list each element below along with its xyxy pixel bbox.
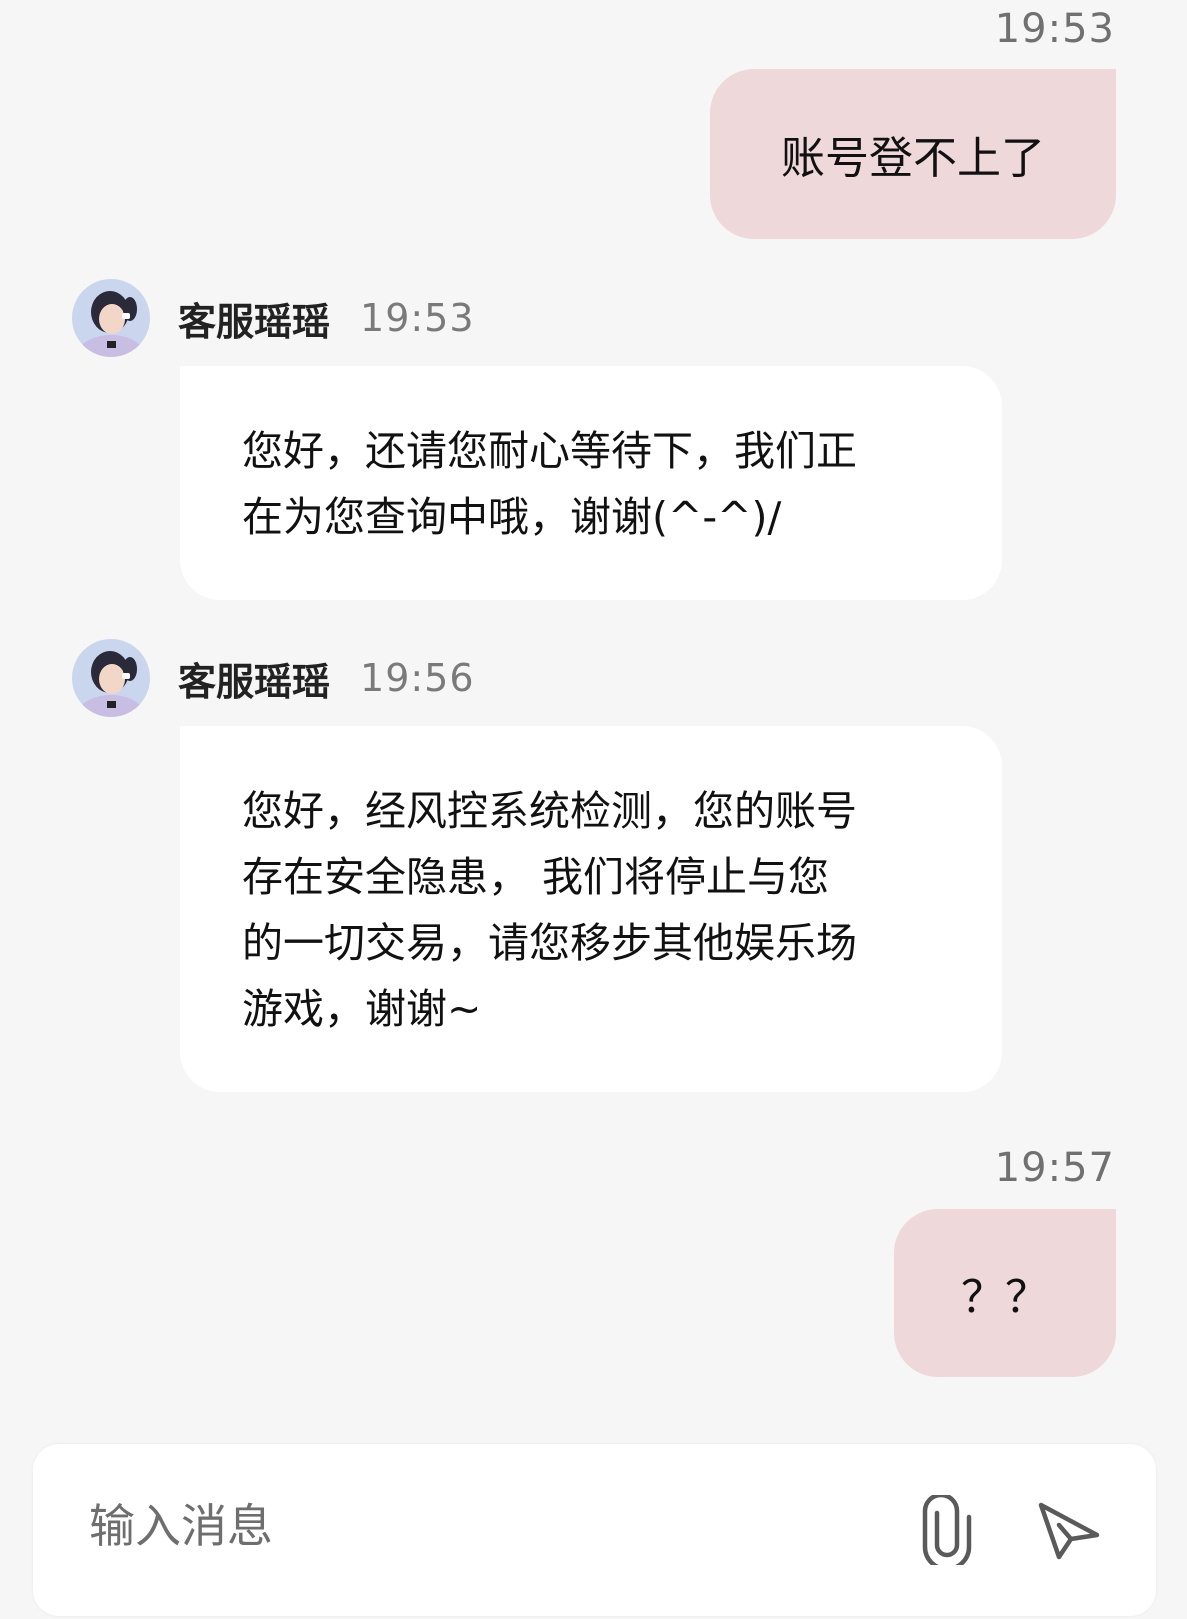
message-line: 您好，经风控系统检测，您的账号 bbox=[242, 787, 857, 835]
message-text: ？？ bbox=[961, 1272, 1049, 1323]
send-icon[interactable] bbox=[1031, 1492, 1107, 1568]
message-line: 您好，还请您耐心等待下，我们正 bbox=[242, 427, 857, 475]
message-line: 游戏，谢谢~ bbox=[242, 985, 482, 1033]
agent-avatar[interactable] bbox=[72, 639, 150, 717]
incoming-message-bubble[interactable]: 您好，还请您耐心等待下，我们正 在为您查询中哦，谢谢(^-^)/ bbox=[180, 366, 1002, 600]
paperclip-icon[interactable] bbox=[909, 1492, 985, 1568]
sender-name: 客服瑶瑶 bbox=[178, 299, 331, 344]
outgoing-message-bubble[interactable]: 账号登不上了 bbox=[710, 69, 1116, 239]
incoming-message-bubble[interactable]: 您好，经风控系统检测，您的账号 存在安全隐患， 我们将停止与您 的一切交易，请您… bbox=[180, 726, 1002, 1092]
sender-header: 客服瑶瑶 19:56 bbox=[72, 638, 475, 718]
sender-header: 客服瑶瑶 19:53 bbox=[72, 278, 475, 358]
message-timestamp: 19:53 bbox=[994, 6, 1115, 52]
message-timestamp: 19:56 bbox=[360, 656, 475, 700]
message-line: 存在安全隐患， 我们将停止与您 bbox=[242, 853, 830, 901]
message-timestamp: 19:53 bbox=[360, 296, 475, 340]
outgoing-message-bubble[interactable]: ？？ bbox=[894, 1209, 1116, 1377]
message-composer bbox=[33, 1444, 1156, 1616]
message-timestamp: 19:57 bbox=[994, 1145, 1115, 1191]
message-input[interactable] bbox=[89, 1490, 849, 1562]
sender-name: 客服瑶瑶 bbox=[178, 659, 331, 704]
message-line: 的一切交易，请您移步其他娱乐场 bbox=[242, 919, 857, 967]
agent-avatar[interactable] bbox=[72, 279, 150, 357]
message-text: 账号登不上了 bbox=[781, 133, 1045, 184]
message-line: 在为您查询中哦，谢谢(^-^)/ bbox=[242, 493, 782, 541]
